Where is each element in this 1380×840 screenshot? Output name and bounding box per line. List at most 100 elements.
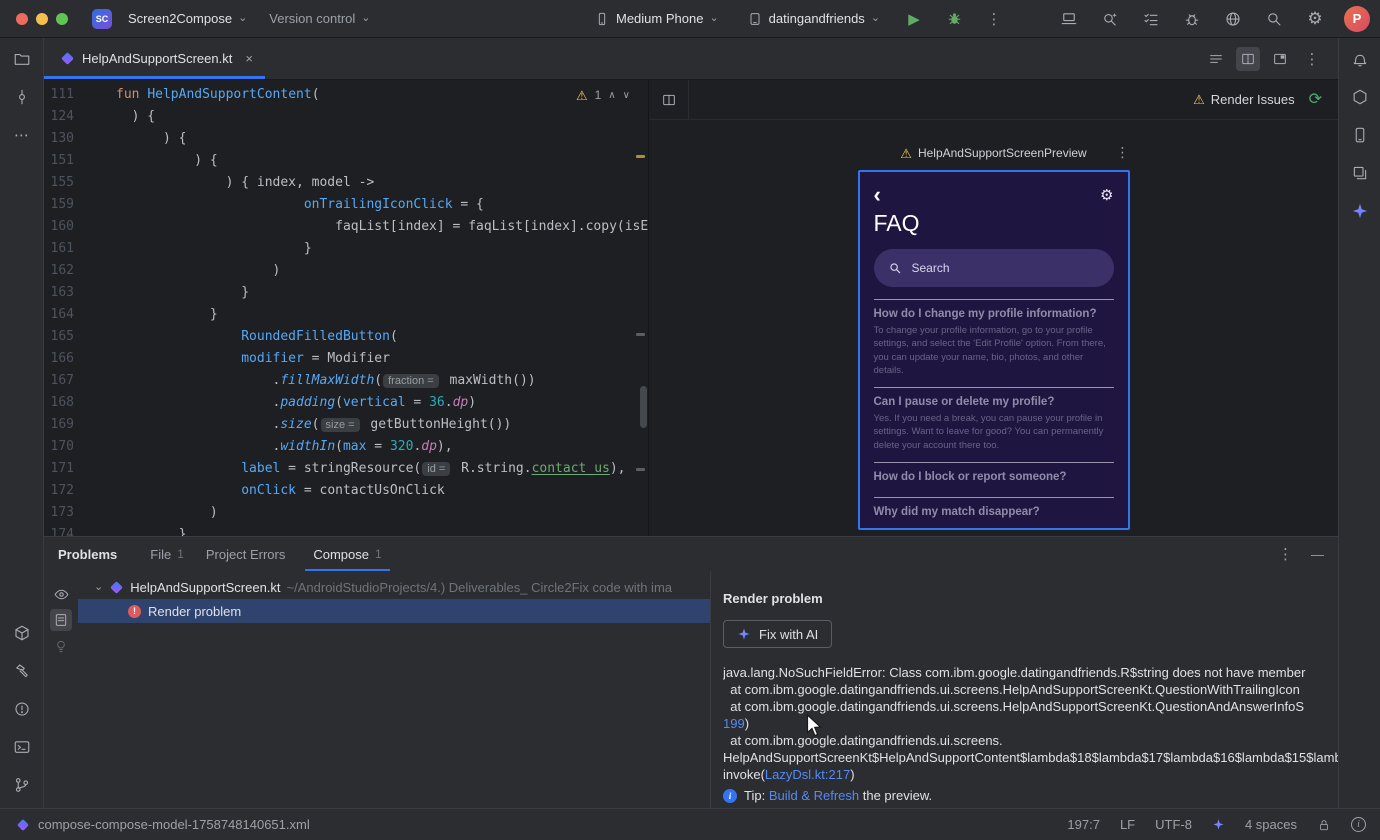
code-line[interactable]: 130) { (44, 128, 648, 150)
ai-status-spark-icon[interactable] (1212, 818, 1225, 831)
git-branch-icon (13, 776, 31, 794)
problems-file-row[interactable]: ⌄ HelpAndSupportScreen.kt ~/AndroidStudi… (78, 575, 710, 599)
gemini-button[interactable] (1349, 200, 1371, 222)
tab-compose[interactable]: Compose 1 (302, 537, 392, 571)
refresh-preview-button[interactable]: ⟳ (1309, 91, 1322, 108)
close-tab-icon[interactable]: × (245, 51, 253, 66)
run-button[interactable]: ▶ (902, 7, 926, 31)
minimize-window-button[interactable] (36, 12, 48, 25)
code-line[interactable]: 174} (44, 524, 648, 536)
vcs-selector[interactable]: Version control ⌄ (263, 8, 376, 29)
warning-stripe-mark[interactable] (636, 155, 645, 158)
version-control-toolwindow-button[interactable] (11, 774, 33, 796)
zoom-window-button[interactable] (56, 12, 68, 25)
design-view-button[interactable] (1268, 47, 1292, 71)
phone-preview-frame[interactable]: ‹ ⚙ FAQ Search How do I change my profil… (857, 170, 1130, 530)
code-line[interactable]: 162) (44, 260, 648, 282)
run-more-options-button[interactable]: ⋮ (982, 7, 1006, 31)
terminal-toolwindow-button[interactable] (11, 736, 33, 758)
code-editor[interactable]: 111 fun HelpAndSupportContent(124) {130) … (44, 80, 648, 536)
project-selector[interactable]: Screen2Compose ⌄ (122, 8, 253, 29)
problem-detail-heading: Render problem (723, 591, 823, 606)
stack-link[interactable]: LazyDsl.kt:217 (765, 767, 850, 782)
code-view-button[interactable] (1204, 47, 1228, 71)
hide-panel-button[interactable]: — (1311, 547, 1324, 562)
stripe-mark[interactable] (636, 468, 645, 471)
code-line[interactable]: 111 fun HelpAndSupportContent( (44, 84, 648, 106)
phone-icon (594, 11, 610, 27)
code-line[interactable]: 167 .fillMaxWidth(fraction = maxWidth()) (44, 370, 648, 392)
code-line[interactable]: 168 .padding(vertical = 36.dp) (44, 392, 648, 414)
stripe-mark[interactable] (636, 333, 645, 336)
view-options-button[interactable] (50, 583, 72, 605)
fix-with-ai-button[interactable]: Fix with AI (723, 620, 833, 648)
build-refresh-link[interactable]: Build & Refresh (769, 788, 859, 803)
code-line[interactable]: 169 .size(size = getButtonHeight()) (44, 414, 648, 436)
gradle-button[interactable] (1349, 86, 1371, 108)
code-line[interactable]: 170 .widthIn(max = 320.dp), (44, 436, 648, 458)
info-icon[interactable]: i (1351, 817, 1366, 832)
preview-menu-button[interactable]: ⋮ (1116, 144, 1130, 161)
tip-text: Tip: Build & Refresh the preview. (744, 788, 933, 803)
debug-button[interactable] (942, 7, 966, 31)
notifications-button[interactable] (1349, 48, 1371, 70)
ai-search-button[interactable] (1098, 7, 1122, 31)
code-line[interactable]: 165 RoundedFilledButton( (44, 326, 648, 348)
indent-widget[interactable]: 4 spaces (1245, 817, 1297, 832)
quick-fix-bulb-button[interactable] (50, 635, 72, 657)
stack-link[interactable]: 199 (723, 716, 745, 731)
line-number: 151 (50, 153, 74, 168)
code-line[interactable]: 160 faqList[index] = faqList[index].copy(… (44, 216, 648, 238)
device-selector[interactable]: Medium Phone ⌄ (588, 8, 725, 30)
app-insights-button[interactable] (1180, 7, 1204, 31)
line-separator-widget[interactable]: LF (1120, 817, 1135, 832)
search-everywhere-button[interactable] (1262, 7, 1286, 31)
split-view-button[interactable] (1236, 46, 1260, 71)
caret-position-widget[interactable]: 197:7 (1067, 817, 1100, 832)
stack-line: java.lang.NoSuchFieldError: Class com.ib… (723, 665, 1306, 680)
render-issues-indicator[interactable]: ⚠ Render Issues (1193, 92, 1294, 107)
code-line[interactable]: 166 modifier = Modifier (44, 348, 648, 370)
code-line[interactable]: 171 label = stringResource(id = R.string.… (44, 458, 648, 480)
lock-icon[interactable] (1317, 818, 1331, 832)
running-devices-button[interactable] (1057, 7, 1081, 31)
prev-warning-button[interactable]: ∧ (608, 90, 615, 101)
panel-options-button[interactable]: ⋮ (1278, 545, 1293, 563)
code-line[interactable]: 159 onTrailingIconClick = { (44, 194, 648, 216)
profiler-button[interactable] (1221, 7, 1245, 31)
editor-tab[interactable]: HelpAndSupportScreen.kt × (44, 38, 265, 79)
code-line[interactable]: 124) { (44, 106, 648, 128)
more-toolwindows-button[interactable]: ⋯ (11, 124, 33, 146)
code-line[interactable]: 163} (44, 282, 648, 304)
run-target-selector[interactable]: datingandfriends ⌄ (741, 8, 886, 30)
code-line[interactable]: 164} (44, 304, 648, 326)
faq-item: Can I pause or delete my profile? Yes. If… (873, 387, 1114, 462)
resource-manager-button[interactable] (1349, 162, 1371, 184)
commit-toolwindow-button[interactable] (11, 86, 33, 108)
settings-button[interactable]: ⚙ (1303, 7, 1327, 31)
render-problem-row[interactable]: ! Render problem (78, 599, 710, 623)
details-toggle-button[interactable] (50, 609, 72, 631)
build-toolwindow-button[interactable] (11, 660, 33, 682)
problems-toolwindow-button[interactable] (11, 698, 33, 720)
preview-layout-button[interactable] (649, 80, 689, 119)
user-avatar[interactable]: P (1344, 5, 1370, 32)
todo-list-button[interactable] (1139, 7, 1163, 31)
code-lines[interactable]: 111 fun HelpAndSupportContent(124) {130) … (44, 80, 648, 536)
chevron-down-icon: ⌄ (361, 12, 371, 24)
code-line[interactable]: 161} (44, 238, 648, 260)
code-line[interactable]: 173) (44, 502, 648, 524)
editor-scrollbar[interactable] (640, 386, 647, 428)
tab-project-errors[interactable]: Project Errors (195, 537, 302, 571)
next-warning-button[interactable]: ∨ (623, 90, 630, 101)
encoding-widget[interactable]: UTF-8 (1155, 817, 1192, 832)
close-window-button[interactable] (16, 12, 28, 25)
tab-file[interactable]: File 1 (139, 537, 195, 571)
code-line[interactable]: 172 onClick = contactUsOnClick (44, 480, 648, 502)
device-manager-button[interactable] (1349, 124, 1371, 146)
build-variants-button[interactable] (11, 622, 33, 644)
editor-options-button[interactable]: ⋮ (1300, 47, 1324, 71)
project-toolwindow-button[interactable] (11, 48, 33, 70)
code-line[interactable]: 155) { index, model -> (44, 172, 648, 194)
code-line[interactable]: 151) { (44, 150, 648, 172)
